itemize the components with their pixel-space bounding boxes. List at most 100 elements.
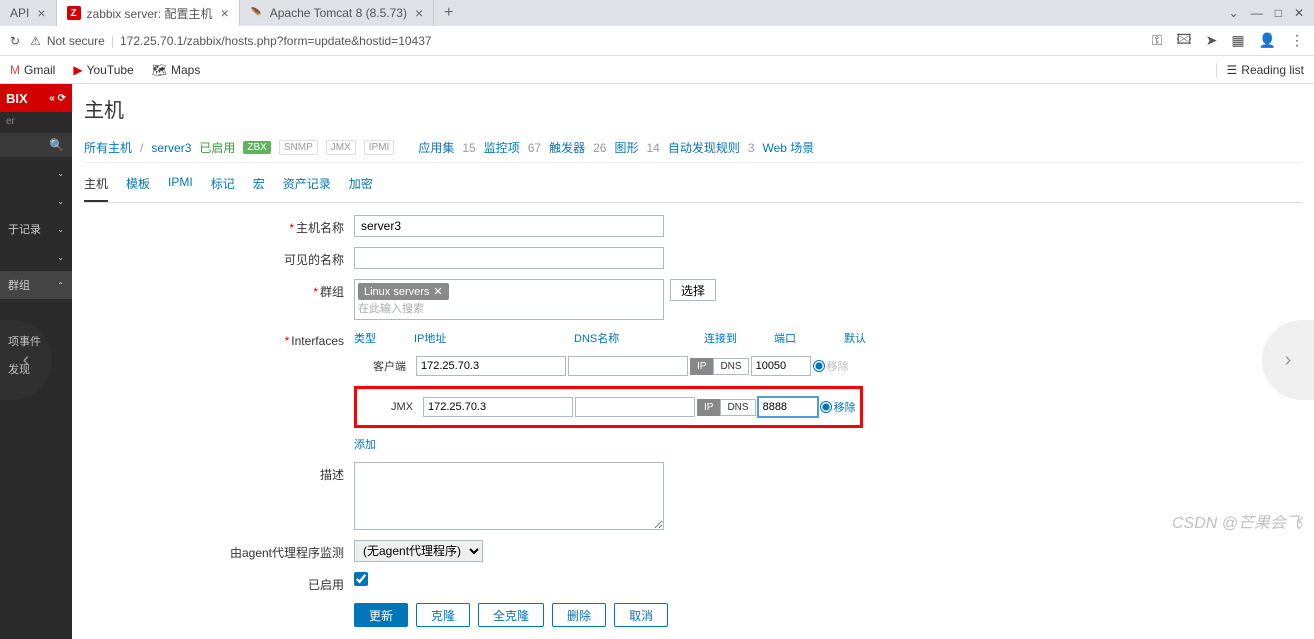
col-ip: IP地址: [414, 330, 574, 346]
jmx-default-radio[interactable]: [820, 401, 832, 413]
proxy-select[interactable]: (无agent代理程序): [354, 540, 483, 562]
remove-tag-icon[interactable]: ✕: [433, 285, 442, 298]
group-tag: Linux servers ✕: [358, 283, 449, 300]
close-icon[interactable]: ×: [221, 5, 229, 21]
maximize-icon[interactable]: □: [1275, 6, 1282, 20]
col-dns: DNS名称: [574, 330, 704, 346]
jmx-port-input[interactable]: [758, 397, 818, 417]
iface-type-jmx: JMX: [361, 401, 421, 413]
visible-name-label: 可见的名称: [84, 247, 354, 268]
bookmark-gmail[interactable]: MGmail: [10, 63, 55, 77]
key-icon[interactable]: ⚿: [1152, 32, 1163, 49]
proxy-label: 由agent代理程序监测: [84, 540, 354, 561]
browser-tabs: API × Z zabbix server: 配置主机 × 🪶 Apache T…: [0, 0, 1314, 26]
extension-icon[interactable]: ▦: [1231, 32, 1244, 49]
expand-icon[interactable]: ⌄: [1229, 6, 1239, 20]
agent-connect-toggle: IP DNS: [690, 358, 749, 375]
bookmark-maps[interactable]: 🗺Maps: [152, 63, 201, 77]
agent-default-radio[interactable]: [813, 360, 825, 372]
jmx-remove-link[interactable]: 移除: [834, 399, 856, 415]
cancel-button[interactable]: 取消: [614, 603, 668, 627]
bookmarks-bar: MGmail ▶YouTube 🗺Maps ☰Reading list: [0, 56, 1314, 84]
sidebar-item-2[interactable]: 于记录⌄: [0, 215, 72, 243]
sidebar-item-9[interactable]: [0, 411, 72, 439]
reading-list[interactable]: ☰Reading list: [1216, 63, 1304, 77]
nav-applications[interactable]: 应用集: [418, 139, 454, 156]
add-interface-link[interactable]: 添加: [354, 436, 376, 452]
badge-ipmi: IPMI: [364, 140, 395, 155]
translate-icon[interactable]: 🖾: [1176, 29, 1191, 53]
new-tab-button[interactable]: +: [434, 4, 463, 22]
groups-label: *群组: [84, 279, 354, 300]
tab-tags[interactable]: 标记: [211, 171, 235, 202]
agent-remove-link: 移除: [827, 358, 849, 374]
sidebar-item-1[interactable]: ⌄: [0, 187, 72, 215]
jmx-ip-input[interactable]: [423, 397, 573, 417]
visible-name-input[interactable]: [354, 247, 664, 269]
tab-host[interactable]: 主机: [84, 171, 108, 202]
chevron-up-icon: ⌃: [57, 281, 64, 290]
chevron-down-icon: ⌄: [57, 253, 64, 262]
jmx-connect-ip[interactable]: IP: [697, 399, 720, 416]
bookmark-youtube[interactable]: ▶YouTube: [73, 63, 133, 77]
jmx-highlight: JMX IP DNS 移除: [354, 386, 863, 428]
enabled-checkbox[interactable]: [354, 572, 368, 586]
clone-button[interactable]: 克隆: [416, 603, 470, 627]
breadcrumb: 所有主机 / server3 已启用 ZBX SNMP JMX IPMI 应用集…: [84, 133, 1302, 163]
tab-api[interactable]: API ×: [0, 0, 57, 26]
agent-port-input[interactable]: [751, 356, 811, 376]
minimize-icon[interactable]: —: [1251, 6, 1263, 20]
logo[interactable]: BIX « ⟳: [0, 84, 72, 112]
tab-encryption[interactable]: 加密: [349, 171, 373, 202]
update-button[interactable]: 更新: [354, 603, 408, 627]
sidebar-search[interactable]: 🔍: [0, 133, 72, 157]
group-search-placeholder[interactable]: 在此输入搜索: [358, 300, 660, 316]
tab-ipmi[interactable]: IPMI: [168, 171, 193, 202]
reload-icon[interactable]: ↻: [10, 34, 20, 48]
nav-triggers[interactable]: 触发器: [549, 139, 585, 156]
send-icon[interactable]: ➤: [1206, 32, 1218, 49]
status-enabled: 已启用: [199, 139, 235, 156]
agent-ip-input[interactable]: [416, 356, 566, 376]
breadcrumb-host[interactable]: server3: [151, 141, 191, 155]
url-text[interactable]: 172.25.70.1/zabbix/hosts.php?form=update…: [120, 34, 432, 48]
avatar-icon[interactable]: 👤: [1259, 32, 1276, 49]
collapse-icon[interactable]: « ⟳: [49, 93, 66, 104]
breadcrumb-all-hosts[interactable]: 所有主机: [84, 139, 132, 156]
agent-dns-input[interactable]: [568, 356, 688, 376]
nav-graphs[interactable]: 图形: [614, 139, 638, 156]
sidebar-item-0[interactable]: ⌄: [0, 159, 72, 187]
sidebar-item-4[interactable]: 群组⌃: [0, 271, 72, 299]
tab-zabbix[interactable]: Z zabbix server: 配置主机 ×: [57, 0, 240, 26]
close-icon[interactable]: ×: [37, 5, 45, 21]
nav-discovery[interactable]: 自动发现规则: [668, 139, 740, 156]
action-buttons: 更新 克隆 全克隆 删除 取消: [354, 603, 1302, 627]
sidebar-item-3[interactable]: ⌄: [0, 243, 72, 271]
choose-group-button[interactable]: 选择: [670, 279, 716, 301]
window-controls: ⌄ — □ ✕: [1229, 6, 1314, 20]
full-clone-button[interactable]: 全克隆: [478, 603, 544, 627]
tab-templates[interactable]: 模板: [126, 171, 150, 202]
jmx-connect-toggle: IP DNS: [697, 399, 756, 416]
jmx-dns-input[interactable]: [575, 397, 695, 417]
hostname-input[interactable]: [354, 215, 664, 237]
tab-tomcat[interactable]: 🪶 Apache Tomcat 8 (8.5.73) ×: [240, 0, 434, 26]
description-textarea[interactable]: [354, 462, 664, 530]
menu-icon[interactable]: ⋮: [1290, 32, 1304, 49]
close-window-icon[interactable]: ✕: [1294, 6, 1304, 20]
delete-button[interactable]: 删除: [552, 603, 606, 627]
security-icon[interactable]: ⚠: [30, 34, 41, 48]
nav-web[interactable]: Web 场景: [763, 139, 815, 156]
agent-connect-ip[interactable]: IP: [690, 358, 713, 375]
agent-connect-dns[interactable]: DNS: [713, 358, 748, 375]
tab-inventory[interactable]: 资产记录: [283, 171, 331, 202]
iface-type-agent: 客户端: [354, 358, 414, 374]
security-label: Not secure: [47, 34, 105, 48]
jmx-connect-dns[interactable]: DNS: [720, 399, 755, 416]
badge-zbx: ZBX: [243, 141, 270, 154]
interfaces-label: *Interfaces: [84, 330, 354, 348]
col-default: 默认: [844, 330, 874, 346]
tab-macros[interactable]: 宏: [253, 171, 265, 202]
nav-items[interactable]: 监控项: [484, 139, 520, 156]
close-icon[interactable]: ×: [415, 5, 423, 21]
